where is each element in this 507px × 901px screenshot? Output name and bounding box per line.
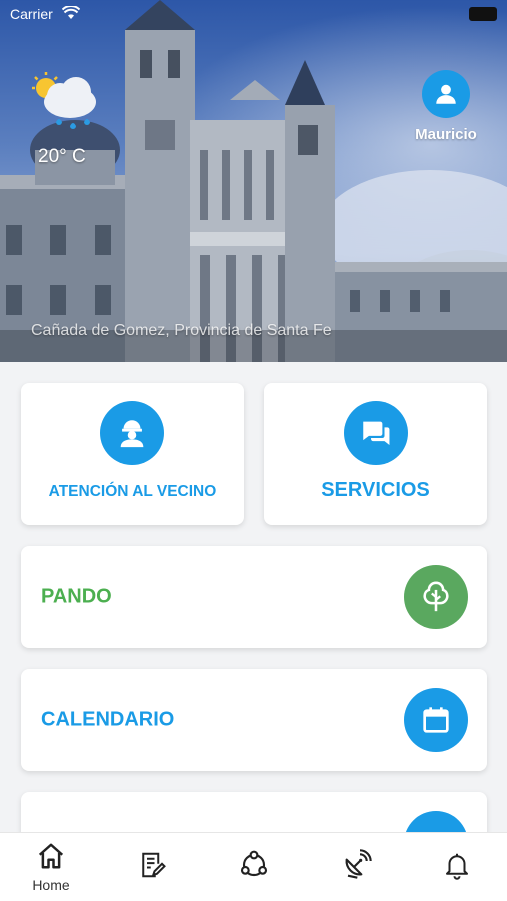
- worker-icon: [100, 401, 164, 465]
- tab-notifications[interactable]: [427, 849, 487, 886]
- home-icon: [38, 843, 64, 869]
- calendar-icon: [404, 688, 468, 752]
- calendario-label: CALENDARIO: [41, 708, 175, 731]
- share-icon: [240, 850, 268, 877]
- pando-label: PANDO: [41, 585, 112, 608]
- bell-icon: [446, 853, 468, 880]
- tab-tramites[interactable]: [122, 849, 182, 886]
- tab-home[interactable]: Home: [21, 841, 81, 893]
- document-edit-icon: [142, 852, 166, 878]
- atencion-al-vecino-card[interactable]: ATENCIÓN AL VECINO: [21, 383, 244, 525]
- tree-icon: [404, 565, 468, 629]
- cloud-sun-rain-icon: [32, 72, 96, 129]
- temperature-label: 20° C: [38, 146, 86, 167]
- calendario-row[interactable]: CALENDARIO: [21, 669, 487, 771]
- user-name: Mauricio: [415, 126, 477, 143]
- carrier-label: Carrier: [10, 6, 53, 22]
- location-label: Cañada de Gomez, Provincia de Santa Fe: [31, 322, 332, 339]
- servicios-card[interactable]: SERVICIOS: [264, 383, 487, 525]
- tab-home-label: Home: [32, 877, 70, 893]
- servicios-label: SERVICIOS: [321, 479, 430, 501]
- weather-widget: 20° C: [30, 70, 106, 167]
- chat-icon: [344, 401, 408, 465]
- tab-satellite[interactable]: [326, 849, 386, 886]
- cathedral-photo: [0, 0, 507, 362]
- tab-bar: Home: [0, 832, 507, 901]
- satellite-dish-icon: [345, 849, 372, 879]
- avatar[interactable]: [422, 70, 470, 118]
- battery-icon: [469, 7, 497, 21]
- wifi-icon: [62, 6, 80, 19]
- hero-banner: Carrier 20° C Mauricio Cañada de Gomez, …: [0, 0, 507, 362]
- pando-row[interactable]: PANDO: [21, 546, 487, 648]
- status-bar: Carrier: [0, 0, 507, 28]
- user-profile[interactable]: Mauricio: [410, 70, 482, 143]
- atencion-al-vecino-label: ATENCIÓN AL VECINO: [48, 483, 217, 500]
- user-icon: [436, 84, 456, 104]
- tab-share[interactable]: [224, 849, 284, 886]
